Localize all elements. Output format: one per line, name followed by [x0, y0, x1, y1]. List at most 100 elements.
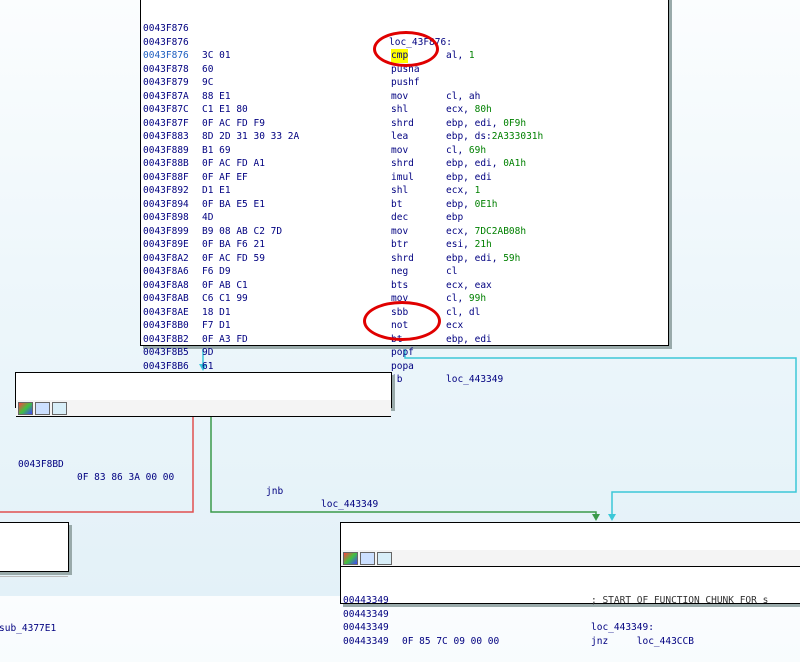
line-operand[interactable]: ebp, edi [446, 171, 492, 185]
line-operand[interactable]: ebp [446, 211, 463, 225]
block-header [16, 400, 391, 417]
graph-view-icon[interactable] [377, 552, 392, 565]
line-address: 0043F899 [143, 225, 189, 237]
line-bytes: B1 69 [202, 144, 231, 156]
code-line[interactable]: 0043F879 9C pushf [141, 76, 668, 90]
code-line[interactable]: 0043F8A2 0F AC FD 59 shrd ebp, edi, 59h [141, 252, 668, 266]
line-address: 00443349 [343, 622, 389, 633]
line-mnemonic: pushf [391, 77, 420, 88]
line-operand[interactable]: ebp, edi, 0A1h [446, 157, 526, 171]
line-address: 00443349 [343, 595, 389, 606]
code-line[interactable]: 0043F892 D1 E1 shl ecx, 1 [141, 184, 668, 198]
line-address: 0043F889 [143, 144, 189, 156]
line-operand[interactable]: cl, 99h [446, 292, 486, 306]
line-operand[interactable]: esi, 21h [446, 238, 492, 252]
line-operand[interactable]: ebp, edi, 0F9h [446, 117, 526, 131]
code-line[interactable]: 0043F88F 0F AF EF imul ebp, edi [141, 171, 668, 185]
jnb-address: 0043F8BD [18, 458, 64, 470]
line-operand[interactable]: ecx, eax [446, 279, 492, 293]
code-line[interactable]: 0043F883 8D 2D 31 30 33 2A lea ebp, ds:2A33… [141, 130, 668, 144]
code-line[interactable]: 00443349 ; START OF FUNCTION CHUNK FOR s [341, 594, 800, 608]
code-line[interactable]: 0043F8A8 0F AB C1 bts ecx, eax [141, 279, 668, 293]
line-instruction[interactable]: jnz loc_443CCB [591, 635, 694, 649]
line-address: 00443349 [343, 608, 389, 620]
numeric-operand: 0F9h [503, 117, 527, 129]
numeric-operand: 0A1h [503, 158, 527, 169]
line-operand[interactable]: cl, 69h [446, 144, 486, 158]
graph-view-icon[interactable] [52, 402, 67, 415]
line-mnemonic: shrd [391, 117, 414, 129]
code-line[interactable]: 0043F889 B1 69 mov cl, 69h [141, 144, 668, 158]
line-address: 0043F8AE [143, 306, 189, 318]
line-mnemonic: mov [391, 144, 409, 156]
jnb-operand[interactable]: loc_443349 [321, 498, 378, 512]
code-line[interactable]: 0043F87F 0F AC FD F9 shrd ebp, edi, 0F9h [141, 117, 668, 131]
line-operand[interactable]: cl, dl [446, 306, 480, 320]
code-line[interactable]: 0043F89E 0F BA F6 21 btr esi, 21h [141, 238, 668, 252]
jnb-mnemonic: jnb [266, 485, 284, 497]
code-line[interactable]: 00443349 [341, 608, 800, 622]
left-block[interactable]: sub_4377E1 [0, 522, 69, 634]
code-line[interactable]: 0043F8B6 61 popa [141, 360, 668, 374]
code-line[interactable]: 0043F8A6 F6 D9 neg cl [141, 265, 668, 279]
line-address: 0043F8B2 [143, 333, 189, 345]
line-mnemonic: popf [391, 347, 414, 358]
rename-pencil-icon[interactable] [35, 402, 50, 415]
left-block-label[interactable]: sub_4377E1 [0, 622, 56, 636]
code-line[interactable]: 0043F899 B9 08 AB C2 7D mov ecx, 7DC2AB08h [141, 225, 668, 239]
line-operand[interactable]: ecx, 80h [446, 103, 492, 117]
code-line[interactable]: 00443349 0F 85 7C 09 00 00 jnz loc_443CCB [341, 635, 800, 649]
line-mnemonic: shl [391, 104, 409, 115]
line-address: 0043F8B6 [143, 360, 189, 372]
jnb-block[interactable]: 0043F8BD 0F 83 86 3A 00 00 jnb loc_44334… [15, 372, 392, 510]
line-address: 0043F876 [143, 50, 189, 61]
line-address: 0043F88B [143, 158, 189, 169]
graph-color-icon[interactable] [343, 552, 358, 565]
line-bytes: 18 D1 [202, 306, 231, 318]
line-operand[interactable]: ebp, 0E1h [446, 198, 498, 212]
code-line[interactable]: 0043F898 4D dec ebp [141, 211, 668, 225]
line-bytes: 0F AC FD F9 [202, 117, 265, 129]
line-operand[interactable]: ebp, edi, 59h [446, 252, 520, 266]
line-bytes: 0F BA E5 E1 [202, 198, 265, 210]
code-line[interactable]: 0043F894 0F BA E5 E1 bt ebp, 0E1h [141, 198, 668, 212]
line-address: 0043F8AB [143, 293, 189, 304]
code-line[interactable]: 0043F87C C1 E1 80 shl ecx, 80h [141, 103, 668, 117]
line-mnemonic: mov [391, 225, 409, 237]
line-operand[interactable]: cl [446, 265, 457, 279]
line-bytes: 0F AC FD 59 [202, 252, 265, 264]
graph-color-icon[interactable] [18, 402, 33, 415]
line-bytes: 0F 85 7C 09 00 00 [402, 635, 500, 647]
code-line[interactable]: 00443349 loc_443349: [341, 621, 800, 635]
line-operand[interactable]: ebp, ds:2A333031h [446, 130, 543, 144]
line-operand[interactable]: ebp, edi [446, 333, 492, 347]
line-mnemonic: bts [391, 279, 409, 291]
line-bytes: F6 D9 [202, 266, 231, 277]
code-line[interactable]: 0043F87A 88 E1 mov cl, ah [141, 90, 668, 104]
line-bytes: C1 E1 80 [202, 104, 248, 115]
line-address: 00443349 [343, 635, 389, 647]
line-operand[interactable]: ecx, 1 [446, 184, 480, 198]
line-operand[interactable]: ecx, 7DC2AB08h [446, 225, 526, 239]
line-operand[interactable]: ecx [446, 319, 463, 333]
line-address: 0043F892 [143, 185, 189, 196]
left-block-top [0, 550, 68, 577]
line-operand[interactable]: cl, ah [446, 90, 480, 104]
line-operand[interactable]: al, 1 [446, 49, 475, 63]
rename-pencil-icon[interactable] [360, 552, 375, 565]
line-mnemonic: jb [391, 374, 403, 385]
line-address: 0043F8A8 [143, 279, 189, 291]
line-bytes: D1 E1 [202, 185, 231, 196]
edge-cyan-right-arrow [608, 514, 616, 521]
line-address: 0043F87F [143, 117, 189, 129]
line-operand[interactable]: loc_443349 [446, 373, 503, 387]
code-line[interactable]: 0043F88B 0F AC FD A1 shrd ebp, edi, 0A1h [141, 157, 668, 171]
line-address: 0043F87A [143, 90, 189, 102]
bottom-block[interactable]: 00443349; START OF FUNCTION CHUNK FOR s0… [340, 522, 800, 647]
line-bytes: 4D [202, 212, 214, 223]
line-bytes: 0F BA F6 21 [202, 239, 265, 250]
numeric-operand: 1 [468, 50, 475, 61]
code-line[interactable]: 0043F8B5 9D popf [141, 346, 668, 360]
line-instruction[interactable]: loc_443349: [591, 621, 654, 635]
line-address: 0043F876 [143, 23, 189, 34]
